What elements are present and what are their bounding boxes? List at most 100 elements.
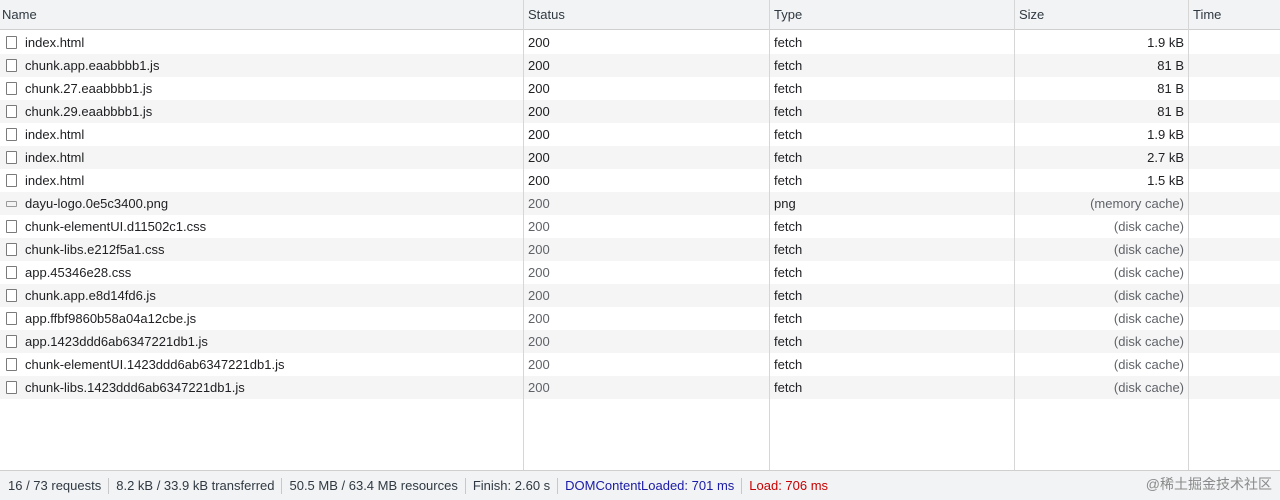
request-name: chunk-elementUI.d11502c1.css [25,219,207,234]
column-header-name[interactable]: Name [0,0,37,30]
cell-size: 2.7 kB [1147,150,1184,165]
table-row[interactable]: chunk-libs.e212f5a1.css 200 fetch (disk cac… [0,238,1280,261]
cell-size: (disk cache) [1113,219,1184,234]
column-header-status[interactable]: Status [526,0,565,30]
cell-type: fetch [774,150,803,165]
document-icon [6,220,17,233]
request-name: index.html [25,173,85,188]
request-name: chunk-libs.1423ddd6ab6347221db1.js [25,380,245,395]
cell-name[interactable]: chunk.27.eaabbbb1.js [0,77,522,100]
request-name: chunk.27.eaabbbb1.js [25,81,153,96]
request-rows: index.html 200 fetch 1.9 kB chunk.app.eaabbb… [0,31,1280,399]
cell-status: 200 [528,334,550,349]
cell-status: 200 [528,104,550,119]
cell-status: 200 [528,150,550,165]
cell-type: fetch [774,219,803,234]
cell-type: fetch [774,58,803,73]
cell-type: fetch [774,380,803,395]
document-icon [6,128,17,141]
document-icon [6,243,17,256]
table-row[interactable]: app.ffbf9860b58a04a12cbe.js 200 fetch (disk… [0,307,1280,330]
cell-size: (disk cache) [1113,288,1184,303]
cell-size: (disk cache) [1113,334,1184,349]
cell-type: fetch [774,334,803,349]
watermark: @稀土掘金技术社区 [1145,476,1272,492]
table-header: Name Status Type Size Time [0,0,1280,30]
cell-size: (disk cache) [1113,357,1184,372]
cell-size: (disk cache) [1113,311,1184,326]
request-name: dayu-logo.0e5c3400.png [25,196,169,211]
cell-type: fetch [774,35,803,50]
cell-name[interactable]: index.html [0,31,522,54]
cell-status: 200 [528,173,550,188]
cell-size: 1.9 kB [1147,127,1184,142]
column-header-size[interactable]: Size [1017,0,1044,30]
cell-type: fetch [774,173,803,188]
network-request-table: Name Status Type Size Time index.html 200… [0,0,1280,470]
table-row[interactable]: index.html 200 fetch 2.7 kB [0,146,1280,169]
cell-size: (disk cache) [1113,380,1184,395]
cell-size: 81 B [1157,104,1184,119]
cell-name[interactable]: index.html [0,123,522,146]
cell-name[interactable]: app.ffbf9860b58a04a12cbe.js [0,307,522,330]
cell-type: fetch [774,242,803,257]
cell-name[interactable]: dayu-logo.0e5c3400.png [0,192,522,215]
dom-content-loaded-time: DOMContentLoaded: 701 ms [558,477,743,494]
table-row[interactable]: chunk-libs.1423ddd6ab6347221db1.js 200 fet… [0,376,1280,399]
document-icon [6,266,17,279]
table-row[interactable]: chunk.app.eaabbbb1.js 200 fetch 81 B [0,54,1280,77]
cell-type: fetch [774,311,803,326]
cell-status: 200 [528,288,550,303]
table-row[interactable]: chunk.29.eaabbbb1.js 200 fetch 81 B [0,100,1280,123]
cell-status: 200 [528,380,550,395]
column-header-time[interactable]: Time [1191,0,1221,30]
request-name: index.html [25,35,85,50]
cell-name[interactable]: chunk-elementUI.d11502c1.css [0,215,522,238]
cell-type: fetch [774,288,803,303]
requests-count: 16 / 73 requests [0,477,110,494]
table-row[interactable]: chunk.27.eaabbbb1.js 200 fetch 81 B [0,77,1280,100]
document-icon [6,358,17,371]
cell-name[interactable]: index.html [0,169,522,192]
cell-type: fetch [774,357,803,372]
cell-name[interactable]: chunk.app.e8d14fd6.js [0,284,522,307]
cell-name[interactable]: index.html [0,146,522,169]
cell-status: 200 [528,81,550,96]
cell-name[interactable]: chunk.app.eaabbbb1.js [0,54,522,77]
request-name: app.1423ddd6ab6347221db1.js [25,334,208,349]
cell-status: 200 [528,127,550,142]
cell-type: fetch [774,265,803,280]
cell-size: (memory cache) [1090,196,1184,211]
table-row[interactable]: dayu-logo.0e5c3400.png 200 png (memory cach… [0,192,1280,215]
cell-size: 1.9 kB [1147,35,1184,50]
table-row[interactable]: index.html 200 fetch 1.5 kB [0,169,1280,192]
cell-name[interactable]: chunk-libs.1423ddd6ab6347221db1.js [0,376,522,399]
table-row[interactable]: app.1423ddd6ab6347221db1.js 200 fetch (disk… [0,330,1280,353]
request-name: app.45346e28.css [25,265,132,280]
table-row[interactable]: index.html 200 fetch 1.9 kB [0,123,1280,146]
cell-name[interactable]: chunk-elementUI.1423ddd6ab6347221db1.js [0,353,522,376]
cell-name[interactable]: chunk-libs.e212f5a1.css [0,238,522,261]
table-row[interactable]: chunk-elementUI.1423ddd6ab6347221db1.js 2… [0,353,1280,376]
column-header-type[interactable]: Type [772,0,802,30]
cell-name[interactable]: app.1423ddd6ab6347221db1.js [0,330,522,353]
cell-type: fetch [774,81,803,96]
document-icon [6,289,17,302]
request-name: app.ffbf9860b58a04a12cbe.js [25,311,197,326]
cell-size: (disk cache) [1113,242,1184,257]
request-name: chunk.app.eaabbbb1.js [25,58,160,73]
cell-type: png [774,196,796,211]
table-row[interactable]: chunk.app.e8d14fd6.js 200 fetch (disk cache… [0,284,1280,307]
request-name: chunk-libs.e212f5a1.css [25,242,165,257]
table-row[interactable]: index.html 200 fetch 1.9 kB [0,31,1280,54]
cell-name[interactable]: chunk.29.eaabbbb1.js [0,100,522,123]
cell-status: 200 [528,196,550,211]
cell-status: 200 [528,311,550,326]
table-row[interactable]: chunk-elementUI.d11502c1.css 200 fetch (dis… [0,215,1280,238]
cell-name[interactable]: app.45346e28.css [0,261,522,284]
document-icon [6,36,17,49]
request-name: index.html [25,127,85,142]
request-name: chunk-elementUI.1423ddd6ab6347221db1.js [25,357,285,372]
table-row[interactable]: app.45346e28.css 200 fetch (disk cache) [0,261,1280,284]
cell-status: 200 [528,219,550,234]
